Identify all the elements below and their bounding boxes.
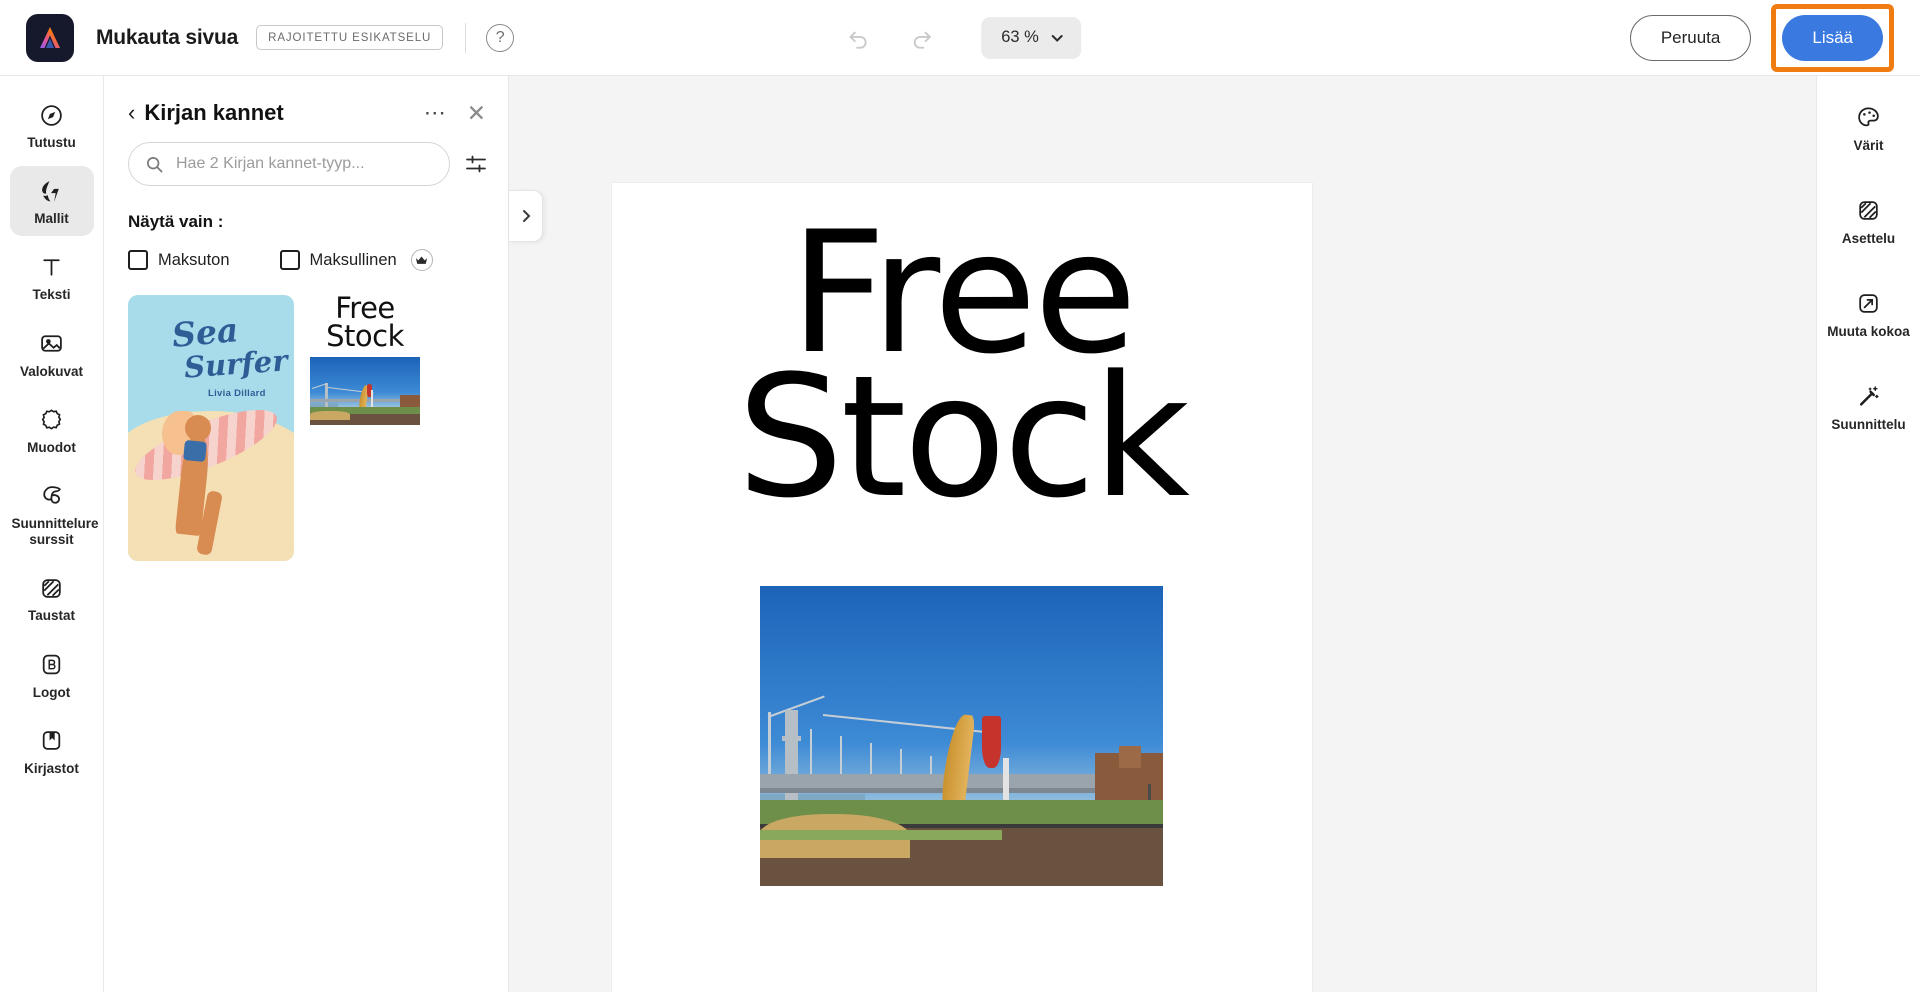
free-stock-title-line2: Stock	[326, 318, 404, 353]
panel-header: ‹ Kirjan kannet ⋯ ✕	[104, 76, 508, 126]
sidebar-label: Suunnittelu	[1831, 417, 1906, 432]
text-t-icon	[12, 252, 92, 282]
zoom-level-selector[interactable]: 63 %	[981, 16, 1081, 59]
sidebar-item-asettelu[interactable]: Asettelu	[1819, 195, 1919, 246]
top-bar-actions: Peruuta Lisää	[1629, 3, 1894, 72]
layout-icon	[1819, 195, 1919, 225]
filter-sliders-icon[interactable]	[464, 152, 488, 176]
checkbox-maksullinen[interactable]	[279, 250, 300, 270]
template-results: Sea Surfer Livia Dillard Free Stock	[104, 271, 508, 561]
help-icon[interactable]: ?	[486, 23, 515, 52]
sidebar-label: Tutustu	[27, 135, 76, 150]
adobe-express-logo[interactable]	[26, 13, 74, 62]
template-card-free-stock[interactable]: Free Stock	[310, 294, 420, 425]
page-text-block[interactable]: Free Stock	[612, 209, 1312, 536]
sidebar-item-taustat[interactable]: Taustat	[10, 563, 94, 633]
sidebar-item-logot[interactable]: Logot	[10, 640, 94, 710]
photo-icon	[12, 329, 92, 359]
search-input-wrapper[interactable]	[128, 142, 450, 186]
zoom-level-value: 63 %	[1001, 28, 1039, 46]
crown-icon	[410, 249, 433, 271]
add-button[interactable]: Lisää	[1782, 14, 1883, 61]
sidebar-label: Logot	[32, 684, 71, 700]
filter-options: Maksuton Maksullinen	[128, 249, 484, 271]
sidebar-item-suunnitteluresurssit[interactable]: Suunnittelure surssit	[10, 471, 99, 557]
sidebar-label: Asettelu	[1841, 231, 1896, 246]
sidebar-item-varit[interactable]: Värit	[1819, 102, 1919, 153]
sidebar-label: Kirjastot	[24, 760, 79, 776]
cancel-button[interactable]: Peruuta	[1629, 14, 1752, 61]
add-button-highlight: Lisää	[1771, 3, 1894, 72]
templates-icon	[12, 176, 92, 206]
template-card-sea-surfer[interactable]: Sea Surfer Livia Dillard	[128, 295, 294, 561]
sea-surfer-title-line2: Surfer	[182, 343, 289, 385]
chevron-right-icon	[522, 210, 530, 222]
left-rail: Tutustu Mallit Teksti Valokuvat Muodot S…	[0, 76, 104, 992]
search-icon	[146, 156, 163, 172]
sidebar-item-tutustu[interactable]: Tutustu	[10, 90, 94, 160]
page-title: Mukauta sivua	[96, 25, 239, 49]
search-input[interactable]	[176, 155, 433, 173]
sea-surfer-author: Livia Dillard	[208, 388, 266, 399]
sea-surfer-artwork: Sea Surfer Livia Dillard	[128, 295, 294, 561]
sidebar-label: Mallit	[34, 211, 69, 227]
sidebar-label: Suunnittelure surssit	[11, 515, 99, 548]
sidebar-item-suunnittelu[interactable]: Suunnittelu	[1819, 381, 1919, 432]
cupids-span-bay-bridge-photo	[310, 356, 420, 425]
app-root: Mukauta sivua RAJOITETTU ESIKATSELU ? 63…	[0, 0, 1920, 992]
canvas-tools: 63 %	[839, 16, 1081, 59]
chevron-left-icon[interactable]: ‹	[128, 102, 135, 124]
limited-preview-badge: RAJOITETTU ESIKATSELU	[256, 25, 444, 50]
sidebar-item-muuta-kokoa[interactable]: Muuta kokoa	[1819, 288, 1919, 339]
brand-logo-icon	[12, 650, 92, 680]
close-x-icon[interactable]: ✕	[467, 101, 486, 124]
sidebar-label: Muuta kokoa	[1827, 324, 1910, 339]
design-page[interactable]: Free Stock	[612, 183, 1312, 992]
shapes-icon	[12, 405, 92, 435]
color-palette-icon	[1819, 102, 1919, 132]
sidebar-item-valokuvat[interactable]: Valokuvat	[10, 319, 94, 389]
panel-collapse-toggle[interactable]	[509, 190, 543, 242]
sidebar-label: Värit	[1853, 138, 1884, 153]
chevron-down-icon	[1051, 34, 1063, 42]
undo-arrow-icon[interactable]	[839, 18, 879, 58]
compass-icon	[12, 100, 92, 130]
toolbar-divider	[465, 22, 467, 53]
redo-arrow-icon[interactable]	[901, 18, 941, 58]
sidebar-label: Muodot	[27, 439, 76, 455]
sidebar-label: Teksti	[32, 287, 71, 303]
top-bar: Mukauta sivua RAJOITETTU ESIKATSELU ? 63…	[0, 0, 1920, 76]
magic-wand-icon	[1819, 381, 1919, 411]
sidebar-item-mallit[interactable]: Mallit	[9, 166, 94, 237]
sidebar-item-muodot[interactable]: Muodot	[10, 395, 94, 465]
sidebar-item-teksti[interactable]: Teksti	[10, 242, 94, 312]
filters-label: Näytä vain :	[128, 212, 224, 231]
checkbox-label-maksullinen: Maksullinen	[309, 250, 397, 269]
sidebar-item-kirjastot[interactable]: Kirjastot	[10, 716, 94, 786]
checkbox-maksuton[interactable]	[128, 250, 148, 270]
filters-section: Näytä vain : Maksuton Maksullinen	[104, 186, 508, 271]
panel-title: Kirjan kannet	[144, 100, 284, 125]
right-rail: Värit Asettelu Muuta kokoa Suunnittelu	[1816, 76, 1920, 992]
design-assets-icon	[12, 481, 92, 511]
page-photo-cupids-span[interactable]	[760, 586, 1163, 886]
more-dots-icon[interactable]: ⋯	[424, 102, 447, 124]
sidebar-label: Valokuvat	[19, 363, 84, 379]
resize-icon	[1819, 288, 1919, 318]
backgrounds-icon	[12, 573, 92, 603]
page-title-line2: Stock	[737, 339, 1190, 536]
canvas-area[interactable]: Free Stock	[509, 76, 1816, 992]
panel-search-row	[104, 126, 508, 186]
templates-panel: ‹ Kirjan kannet ⋯ ✕ Näytä vain	[104, 76, 509, 992]
checkbox-label-maksuton: Maksuton	[158, 250, 230, 269]
sidebar-label: Taustat	[27, 608, 75, 624]
libraries-icon	[12, 726, 92, 756]
